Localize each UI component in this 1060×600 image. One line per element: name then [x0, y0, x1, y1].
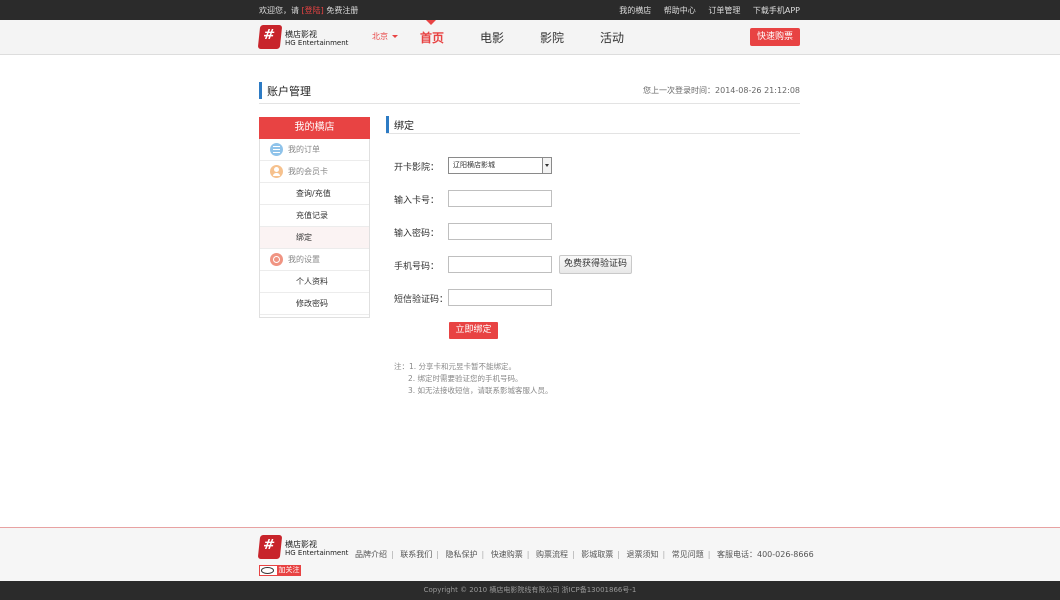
password-label: 输入密码： [394, 229, 440, 239]
login-link[interactable]: [登陆] [302, 6, 324, 15]
nav-active-pointer [426, 20, 436, 25]
follow-label: 加关注 [277, 565, 301, 576]
nav-home[interactable]: 首页 [420, 29, 444, 46]
footer-link-pickup[interactable]: 影城取票 [581, 550, 613, 559]
cinema-select[interactable]: 辽阳横店影城 [448, 157, 552, 174]
help-center-link[interactable]: 帮助中心 [664, 6, 696, 15]
footer-link-brand[interactable]: 品牌介绍 [355, 550, 387, 559]
sidebar-head[interactable]: 我的横店 [259, 117, 370, 139]
last-login-time: 您上一次登录时间：2014-08-26 21:12:08 [643, 86, 800, 95]
note-line: 注：1. 分享卡和元昱卡暂不能绑定。 [394, 362, 517, 371]
city-selector[interactable]: 北京 [372, 31, 398, 42]
logo-en-text: HG Entertainment [285, 549, 349, 557]
sidebar-item-profile[interactable]: 个人资料 [260, 271, 369, 293]
sidebar-item-query-recharge[interactable]: 查询/充值 [260, 183, 369, 205]
nav-events[interactable]: 活动 [600, 29, 624, 46]
member-card-icon [270, 165, 283, 178]
city-name: 北京 [372, 32, 388, 41]
card-number-field[interactable] [448, 190, 552, 207]
content-title-marker [386, 116, 389, 133]
register-link[interactable]: 免费注册 [326, 6, 358, 15]
note-line: 3. 如无法接收短信，请联系影城客服人员。 [408, 386, 553, 395]
welcome-area: 欢迎您，请 [登陆] 免费注册 [259, 5, 358, 16]
footer-hotline: 客服电话：400-026-8666 [717, 550, 814, 559]
cinema-label: 开卡影院： [394, 163, 440, 173]
card-number-label: 输入卡号： [394, 196, 440, 206]
separator: | [662, 550, 666, 559]
quick-buy-button[interactable]: 快速购票 [750, 28, 800, 46]
orders-icon [270, 143, 283, 156]
content-title: 绑定 [394, 121, 414, 132]
separator: | [526, 550, 530, 559]
sidebar-section-label: 我的设置 [288, 255, 320, 264]
binding-notes: 注：1. 分享卡和元昱卡暂不能绑定。 2. 绑定时需要验证您的手机号码。 3. … [394, 361, 553, 397]
welcome-text: 欢迎您，请 [259, 6, 299, 15]
footer-links: 品牌介绍 | 联系我们 | 隐私保护 | 快速购票 | 购票流程 | 影城取票 | 退票须知… [355, 549, 814, 560]
logo-en-text: HG Entertainment [285, 39, 349, 47]
sidebar-item-recharge-history[interactable]: 充值记录 [260, 205, 369, 227]
footer-link-refund[interactable]: 退票须知 [627, 550, 659, 559]
separator: | [391, 550, 394, 559]
separator: | [572, 550, 575, 559]
footer-link-contact[interactable]: 联系我们 [400, 550, 432, 559]
settings-icon [270, 253, 283, 266]
separator: | [436, 550, 439, 559]
separator: | [707, 550, 711, 559]
footer-link-faq[interactable]: 常见问题 [672, 550, 704, 559]
my-hengdian-link[interactable]: 我的横店 [619, 6, 651, 15]
separator: | [481, 550, 485, 559]
separator: | [617, 550, 620, 559]
phone-field[interactable] [448, 256, 552, 273]
bind-now-button[interactable]: 立即绑定 [449, 322, 498, 339]
footer-link-buy-process[interactable]: 购票流程 [536, 550, 568, 559]
top-links: 我的横店 帮助中心 订单管理 下载手机APP [609, 5, 800, 16]
copyright-bar: Copyright © 2010 横店电影院线有限公司 浙ICP备1300186… [0, 581, 1060, 600]
chevron-down-icon [392, 35, 398, 38]
account-sidebar: 我的横店 我的订单 我的会员卡 查询/充值 充值记录 绑定 我的设置 个人资料 … [259, 117, 370, 318]
cinema-select-value: 辽阳横店影城 [453, 161, 495, 169]
download-app-link[interactable]: 下载手机APP [753, 6, 800, 15]
sidebar-section-member-card[interactable]: 我的会员卡 [260, 161, 369, 183]
title-divider [259, 103, 800, 104]
sms-code-field[interactable] [448, 289, 552, 306]
sidebar-section-settings[interactable]: 我的设置 [260, 249, 369, 271]
dropdown-arrow-icon [542, 158, 551, 173]
brand-logo[interactable]: 横店影视 HG Entertainment [257, 25, 349, 51]
logo-icon [257, 535, 283, 559]
footer-link-quick-buy[interactable]: 快速购票 [491, 550, 523, 559]
nav-cinemas[interactable]: 影院 [540, 29, 564, 46]
get-sms-code-button[interactable]: 免费获得验证码 [559, 255, 632, 274]
logo-icon [257, 25, 283, 49]
weibo-icon [261, 567, 274, 574]
page-title: 账户管理 [267, 85, 311, 98]
footer-link-privacy[interactable]: 隐私保护 [446, 550, 478, 559]
page-title-marker [259, 82, 262, 99]
password-field[interactable] [448, 223, 552, 240]
order-management-link[interactable]: 订单管理 [708, 6, 740, 15]
sms-code-label: 短信验证码： [394, 295, 449, 305]
sidebar-section-label: 我的会员卡 [288, 167, 328, 176]
sidebar-item-bind[interactable]: 绑定 [260, 227, 369, 249]
site-footer: 横店影视 HG Entertainment 品牌介绍| 联系我们| 隐私保护| … [0, 528, 1060, 581]
sidebar-section-label: 我的订单 [288, 145, 320, 154]
sidebar-section-orders[interactable]: 我的订单 [260, 139, 369, 161]
footer-logo[interactable]: 横店影视 HG Entertainment [257, 535, 349, 561]
phone-label: 手机号码： [394, 262, 440, 272]
content-divider [386, 133, 800, 134]
note-line: 2. 绑定时需要验证您的手机号码。 [408, 374, 523, 383]
nav-movies[interactable]: 电影 [480, 29, 504, 46]
main-header: 横店影视 HG Entertainment 北京 首页 电影 影院 活动 快速购… [0, 20, 1060, 55]
weibo-follow-button[interactable]: 加关注 [259, 565, 301, 576]
sidebar-item-change-password[interactable]: 修改密码 [260, 293, 369, 315]
top-bar: 欢迎您，请 [登陆] 免费注册 我的横店 帮助中心 订单管理 下载手机APP [0, 0, 1060, 20]
